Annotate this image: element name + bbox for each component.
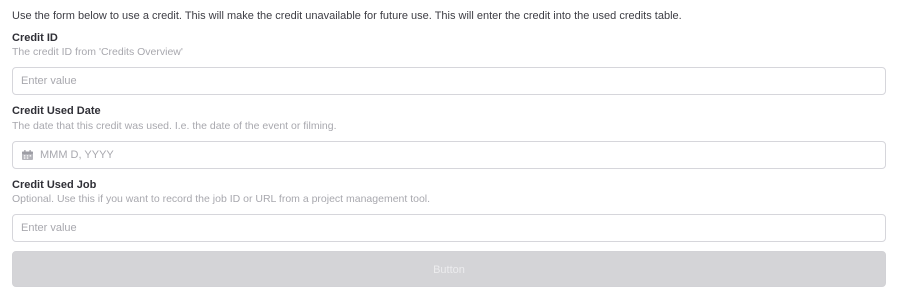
form-description: Use the form below to use a credit. This…	[12, 10, 682, 22]
calendar-icon	[22, 150, 33, 160]
credit-used-date-help: The date that this credit was used. I.e.…	[12, 120, 337, 132]
credit-id-help: The credit ID from 'Credits Overview'	[12, 46, 183, 58]
credit-used-date-input[interactable]	[40, 142, 870, 168]
credit-id-field	[12, 67, 886, 95]
credit-used-job-field	[12, 214, 886, 242]
credit-id-label: Credit ID	[12, 32, 58, 44]
credit-used-job-input[interactable]	[21, 215, 871, 241]
submit-button[interactable]: Button	[12, 251, 886, 287]
credit-id-input[interactable]	[21, 68, 871, 94]
credit-used-job-help: Optional. Use this if you want to record…	[12, 193, 431, 205]
credit-used-job-label: Credit Used Job	[12, 179, 97, 191]
credit-used-date-label: Credit Used Date	[12, 105, 101, 117]
credit-used-date-field	[12, 141, 886, 169]
